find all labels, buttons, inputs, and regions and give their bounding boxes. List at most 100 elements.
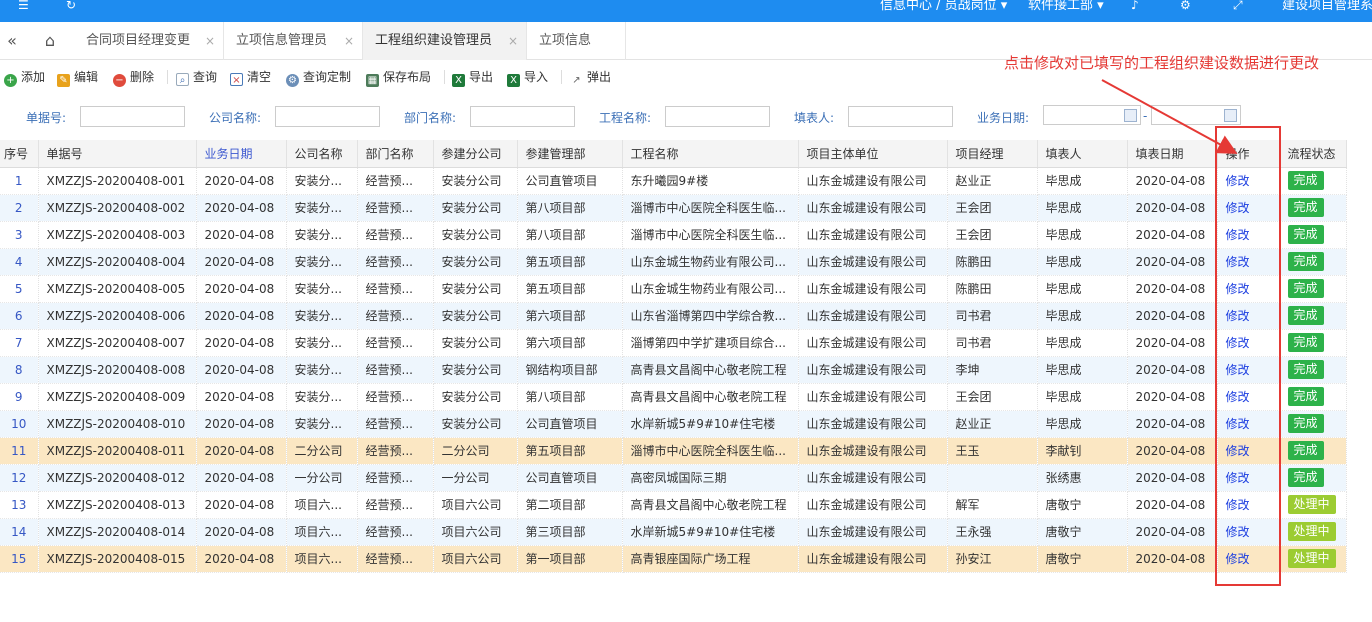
table-row[interactable]: 10 XMZZJS-20200408-010 2020-04-08 安装分... 经营预… xyxy=(0,410,1347,438)
close-icon[interactable]: × xyxy=(344,22,354,60)
table-row[interactable]: 13 XMZZJS-20200408-013 2020-04-08 项目六... 经营预… xyxy=(0,491,1347,519)
custom-query-button[interactable]: ⚙ 查询定制 xyxy=(286,69,351,87)
cell-date: 2020-04-08 xyxy=(196,464,287,492)
col-header-doc-no[interactable]: 单据号 xyxy=(38,140,197,168)
cell-status: 完成 xyxy=(1279,383,1347,411)
table-row[interactable]: 3 XMZZJS-20200408-003 2020-04-08 安装分... 经营预.… xyxy=(0,221,1347,249)
org-dropdown[interactable]: 信息中心 / 员战岗位 ▾ xyxy=(880,0,1007,13)
cell-owner: 山东金城建设有限公司 xyxy=(798,302,948,330)
cell-filler: 唐敬宁 xyxy=(1037,518,1128,546)
dept-dropdown[interactable]: 软件接工部 ▾ xyxy=(1028,0,1104,13)
col-header-mgr-dept[interactable]: 参建管理部 xyxy=(517,140,623,168)
add-button[interactable]: + 添加 xyxy=(4,69,45,87)
table-row[interactable]: 7 XMZZJS-20200408-007 2020-04-08 安装分... 经营预.… xyxy=(0,329,1347,357)
col-header-biz-date[interactable]: 业务日期 xyxy=(196,140,287,168)
cell-branch: 安装分公司 xyxy=(433,356,518,384)
cell-company: 项目六... xyxy=(286,545,358,573)
cell-status: 完成 xyxy=(1279,167,1347,195)
status-badge: 完成 xyxy=(1287,414,1324,433)
table-row[interactable]: 8 XMZZJS-20200408-008 2020-04-08 安装分... 经营预.… xyxy=(0,356,1347,384)
table-row[interactable]: 1 XMZZJS-20200408-001 2020-04-08 安装分... 经营预.… xyxy=(0,167,1347,195)
col-header-pm[interactable]: 项目经理 xyxy=(947,140,1038,168)
table-row[interactable]: 15 XMZZJS-20200408-015 2020-04-08 项目六... 经营预… xyxy=(0,545,1347,573)
table-row[interactable]: 6 XMZZJS-20200408-006 2020-04-08 安装分... 经营预.… xyxy=(0,302,1347,330)
cell-seq: 4 xyxy=(0,248,39,276)
cell-pm: 司书君 xyxy=(947,329,1038,357)
col-header-dept[interactable]: 部门名称 xyxy=(357,140,434,168)
cell-no: XMZZJS-20200408-011 xyxy=(38,437,197,465)
close-icon[interactable]: × xyxy=(508,22,518,60)
filler-input[interactable] xyxy=(848,106,953,127)
clear-button[interactable]: × 清空 xyxy=(230,69,271,86)
cell-company: 安装分... xyxy=(286,221,358,249)
cell-no: XMZZJS-20200408-005 xyxy=(38,275,197,303)
company-input[interactable] xyxy=(275,106,380,127)
system-title: 建设项目管理系 xyxy=(1282,0,1372,13)
cell-filler: 唐敬宁 xyxy=(1037,545,1128,573)
collapse-left-icon[interactable]: « xyxy=(0,30,24,52)
calendar-icon[interactable] xyxy=(1124,109,1137,122)
doc-no-input[interactable] xyxy=(80,106,185,127)
filler-label: 填表人: xyxy=(794,111,835,125)
cell-owner: 山东金城建设有限公司 xyxy=(798,275,948,303)
fullscreen-icon[interactable]: ⤢ xyxy=(1233,0,1243,14)
dept-input[interactable] xyxy=(470,106,575,127)
cell-status: 完成 xyxy=(1279,302,1347,330)
query-button[interactable]: ⌕ 查询 xyxy=(176,69,217,86)
cell-filler: 毕思成 xyxy=(1037,356,1128,384)
cell-fill-date: 2020-04-08 xyxy=(1127,275,1218,303)
home-icon[interactable]: ⌂ xyxy=(38,30,62,52)
cell-dept: 经营预... xyxy=(357,302,434,330)
cell-seq: 6 xyxy=(0,302,39,330)
tab-contract-pm-change[interactable]: 合同项目经理变更 × xyxy=(74,22,224,60)
bell-icon[interactable]: ♪ xyxy=(1131,0,1139,14)
cell-project: 山东金城生物药业有限公司... xyxy=(622,248,799,276)
close-icon[interactable]: × xyxy=(205,22,215,60)
export-button[interactable]: X 导出 xyxy=(452,69,493,87)
import-button[interactable]: X 导入 xyxy=(507,69,548,87)
status-badge: 完成 xyxy=(1287,279,1324,298)
tab-project-info[interactable]: 立项信息 xyxy=(527,22,626,60)
status-badge: 完成 xyxy=(1287,333,1324,352)
save-layout-button[interactable]: ▦ 保存布局 xyxy=(366,69,431,87)
refresh-icon[interactable]: ↻ xyxy=(66,0,76,14)
date-from-input[interactable] xyxy=(1043,105,1141,125)
col-header-fill-date[interactable]: 填表日期 xyxy=(1127,140,1218,168)
menu-toggle-icon[interactable]: ☰ xyxy=(18,0,29,14)
status-badge: 处理中 xyxy=(1287,495,1336,514)
table-row[interactable]: 9 XMZZJS-20200408-009 2020-04-08 安装分... 经营预.… xyxy=(0,383,1347,411)
col-header-status[interactable]: 流程状态 xyxy=(1279,140,1347,168)
table-row[interactable]: 2 XMZZJS-20200408-002 2020-04-08 安装分... 经营预.… xyxy=(0,194,1347,222)
cell-project: 水岸新城5#9#10#住宅楼 xyxy=(622,518,799,546)
col-header-owner[interactable]: 项目主体单位 xyxy=(798,140,948,168)
cell-project: 高青县文昌阁中心敬老院工程 xyxy=(622,356,799,384)
tab-project-info-admin[interactable]: 立项信息管理员 × xyxy=(224,22,363,60)
col-header-project[interactable]: 工程名称 xyxy=(622,140,799,168)
cell-filler: 张绣惠 xyxy=(1037,464,1128,492)
col-header-branch[interactable]: 参建分公司 xyxy=(433,140,518,168)
table-row[interactable]: 14 XMZZJS-20200408-014 2020-04-08 项目六... 经营预… xyxy=(0,518,1347,546)
cell-owner: 山东金城建设有限公司 xyxy=(798,356,948,384)
table-row[interactable]: 12 XMZZJS-20200408-012 2020-04-08 一分公司 经营预..… xyxy=(0,464,1347,492)
table-row[interactable]: 5 XMZZJS-20200408-005 2020-04-08 安装分... 经营预.… xyxy=(0,275,1347,303)
cell-dept: 经营预... xyxy=(357,248,434,276)
calendar-icon[interactable] xyxy=(1224,109,1237,122)
cell-no: XMZZJS-20200408-015 xyxy=(38,545,197,573)
project-input[interactable] xyxy=(665,106,770,127)
cell-pm: 赵业正 xyxy=(947,410,1038,438)
col-header-company[interactable]: 公司名称 xyxy=(286,140,358,168)
popup-button[interactable]: ↗ 弹出 xyxy=(570,69,611,87)
edit-button[interactable]: ✎ 编辑 xyxy=(57,69,98,87)
col-header-seq[interactable]: 序号 xyxy=(0,140,39,168)
cell-branch: 安装分公司 xyxy=(433,248,518,276)
delete-button[interactable]: − 删除 xyxy=(113,69,154,87)
biz-date-label: 业务日期: xyxy=(977,111,1030,125)
table-row[interactable]: 11 XMZZJS-20200408-011 2020-04-08 二分公司 经营预..… xyxy=(0,437,1347,465)
cell-status: 处理中 xyxy=(1279,491,1347,519)
settings-icon[interactable]: ⚙ xyxy=(1180,0,1191,14)
cell-seq: 2 xyxy=(0,194,39,222)
col-header-filler[interactable]: 填表人 xyxy=(1037,140,1128,168)
date-to-input[interactable] xyxy=(1151,105,1241,125)
tab-engineering-org-admin[interactable]: 工程组织建设管理员 × xyxy=(363,22,527,60)
table-row[interactable]: 4 XMZZJS-20200408-004 2020-04-08 安装分... 经营预.… xyxy=(0,248,1347,276)
